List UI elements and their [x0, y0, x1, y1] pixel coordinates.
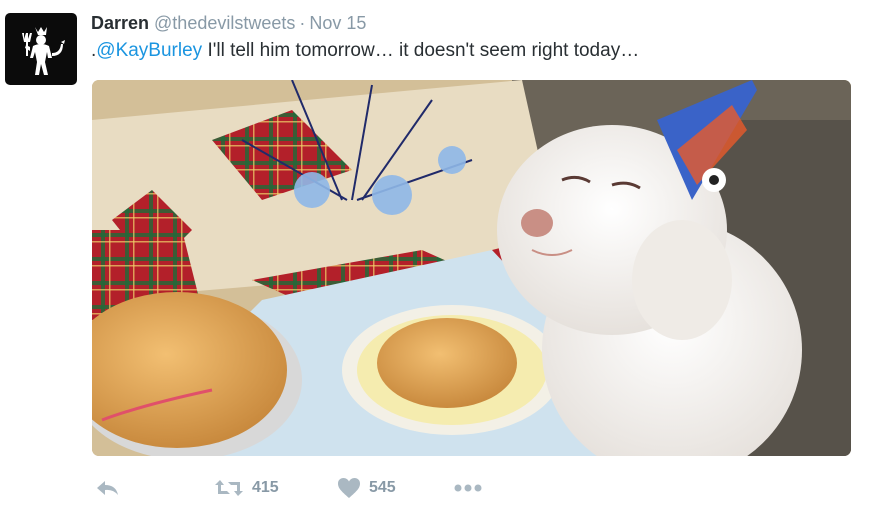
mention-link[interactable]: @KayBurley — [96, 40, 202, 61]
tweet-text: .@KayBurley I'll tell him tomorrow… it d… — [91, 39, 639, 63]
text-body: I'll tell him tomorrow… it doesn't seem … — [202, 40, 640, 61]
reply-icon — [97, 481, 118, 495]
tweet-photo[interactable] — [92, 80, 851, 456]
tweet-date[interactable]: Nov 15 — [309, 13, 366, 33]
retweet-count: 415 — [252, 479, 279, 496]
retweet-button[interactable]: 415 — [214, 474, 279, 502]
tweet-actions: 415 545 — [0, 474, 885, 502]
more-dots-icon — [454, 484, 482, 492]
heart-icon — [338, 478, 360, 498]
tweet: Darren @thedevilstweets · Nov 15 .@KayBurle… — [0, 0, 885, 513]
separator-dot: · — [299, 13, 306, 33]
display-name[interactable]: Darren — [91, 13, 149, 33]
photo-dog-birthday — [92, 80, 851, 456]
tweet-header: Darren @thedevilstweets · Nov 15 — [91, 12, 366, 34]
avatar[interactable] — [5, 13, 77, 85]
reply-button[interactable] — [94, 474, 120, 502]
retweet-icon — [215, 480, 243, 496]
red-devil-logo-icon — [22, 27, 65, 75]
user-handle[interactable]: @thedevilstweets — [154, 13, 295, 33]
like-count: 545 — [369, 479, 396, 496]
like-button[interactable]: 545 — [337, 474, 396, 502]
more-button[interactable] — [453, 474, 483, 502]
